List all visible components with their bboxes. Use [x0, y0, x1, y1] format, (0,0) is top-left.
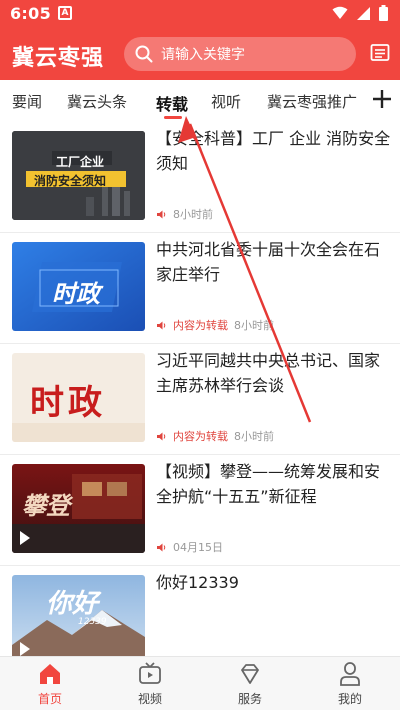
news-feed: 工厂企业 消防安全须知 【安全科普】工厂 企业 消防安全须知 8小时前 时政 中… — [0, 122, 400, 656]
nav-label: 我的 — [337, 692, 362, 706]
speaker-icon — [157, 432, 166, 440]
news-thumbnail: 工厂企业 消防安全须知 — [12, 131, 145, 220]
news-meta: 8小时前 — [156, 206, 213, 222]
tab-yaowen[interactable]: 要闻 — [12, 91, 42, 112]
thumbnail-caption: 工厂企业 — [56, 155, 105, 169]
news-thumbnail: 攀登 — [12, 464, 145, 553]
news-title: 你好12339 — [156, 573, 239, 592]
nav-label: 首页 — [37, 692, 62, 706]
news-item[interactable]: 攀登 【视频】攀登——统筹发展和安全护航“十五五”新征程 04月15日 — [0, 455, 400, 566]
nav-service[interactable]: 服务 — [200, 661, 300, 711]
tab-jiyun-toutiao[interactable]: 冀云头条 — [67, 91, 127, 112]
tab-jiyun-zaoqiang-tuiguang[interactable]: 冀云枣强推广 — [267, 91, 357, 112]
nav-home[interactable]: 首页 — [0, 661, 100, 711]
battery-icon — [379, 5, 388, 21]
search-placeholder: 请输入关键字 — [161, 47, 245, 63]
nav-label: 服务 — [237, 692, 262, 706]
news-meta: 04月15日 — [156, 539, 223, 555]
search-icon — [135, 45, 153, 63]
signal-icon — [357, 6, 370, 20]
speaker-icon — [157, 321, 166, 329]
repost-label: 内容为转载 — [173, 319, 228, 332]
news-time: 04月15日 — [173, 541, 223, 554]
repost-label: 内容为转载 — [173, 430, 228, 443]
thumbnail-caption: 12339 — [78, 617, 107, 627]
active-tab-indicator — [164, 116, 182, 119]
bottom-nav: 首页 视频 服务 我的 — [0, 656, 400, 710]
speaker-icon — [157, 210, 166, 218]
news-meta: 内容为转载 8小时前 — [156, 428, 274, 444]
home-icon — [40, 664, 60, 684]
news-time: 8小时前 — [173, 208, 213, 221]
user-icon — [340, 662, 360, 686]
tv-icon — [139, 662, 161, 684]
news-thumbnail: 时政 — [12, 353, 145, 442]
news-title: 中共河北省委十届十次全会在石家庄举行 — [156, 240, 381, 284]
news-title: 习近平同越共中央总书记、国家主席苏林举行会谈 — [156, 351, 381, 395]
news-item[interactable]: 时政 中共河北省委十届十次全会在石家庄举行 内容为转载 8小时前 — [0, 233, 400, 344]
news-item[interactable]: 你好 12339 你好12339 — [0, 566, 400, 656]
app-header: 冀云枣强 请输入关键字 — [0, 28, 400, 80]
thumbnail-caption: 时政 — [52, 280, 100, 308]
status-icons — [332, 5, 388, 21]
tab-zhuanzai[interactable]: 转载 — [156, 91, 188, 115]
thumbnail-caption: 时政 — [30, 383, 106, 423]
thumbnail-caption: 攀登 — [22, 492, 70, 520]
tab-shiting[interactable]: 视听 — [211, 91, 241, 112]
news-meta: 内容为转载 8小时前 — [156, 317, 274, 333]
nav-video[interactable]: 视频 — [100, 661, 200, 711]
news-title: 【安全科普】工厂 企业 消防安全须知 — [156, 129, 391, 173]
news-title: 【视频】攀登——统筹发展和安全护航“十五五”新征程 — [156, 462, 381, 506]
wifi-icon — [332, 6, 348, 19]
diamond-icon — [241, 664, 259, 684]
nav-label: 视频 — [137, 692, 162, 706]
speaker-icon — [157, 543, 166, 551]
status-bar: 6:05 A — [0, 0, 400, 28]
app-title: 冀云枣强 — [12, 46, 105, 71]
news-item[interactable]: 时政 习近平同越共中央总书记、国家主席苏林举行会谈 内容为转载 8小时前 — [0, 344, 400, 455]
add-channel-icon[interactable] — [370, 87, 394, 111]
news-thumbnail: 时政 — [12, 242, 145, 331]
news-time: 8小时前 — [234, 319, 274, 332]
thumbnail-caption: 消防安全须知 — [34, 174, 107, 188]
play-icon — [20, 531, 30, 545]
news-thumbnail: 你好 12339 — [12, 575, 145, 656]
tab-bar: 要闻 冀云头条 转载 视听 冀云枣强推广 — [0, 80, 400, 122]
search-input[interactable]: 请输入关键字 — [124, 37, 356, 71]
play-icon — [20, 642, 30, 656]
newspaper-icon[interactable] — [370, 43, 390, 63]
status-time: 6:05 — [10, 4, 51, 23]
notification-a-icon: A — [58, 6, 72, 20]
news-time: 8小时前 — [234, 430, 274, 443]
nav-profile[interactable]: 我的 — [300, 661, 400, 711]
news-item[interactable]: 工厂企业 消防安全须知 【安全科普】工厂 企业 消防安全须知 8小时前 — [0, 122, 400, 233]
thumbnail-caption: 你好 — [46, 589, 99, 619]
